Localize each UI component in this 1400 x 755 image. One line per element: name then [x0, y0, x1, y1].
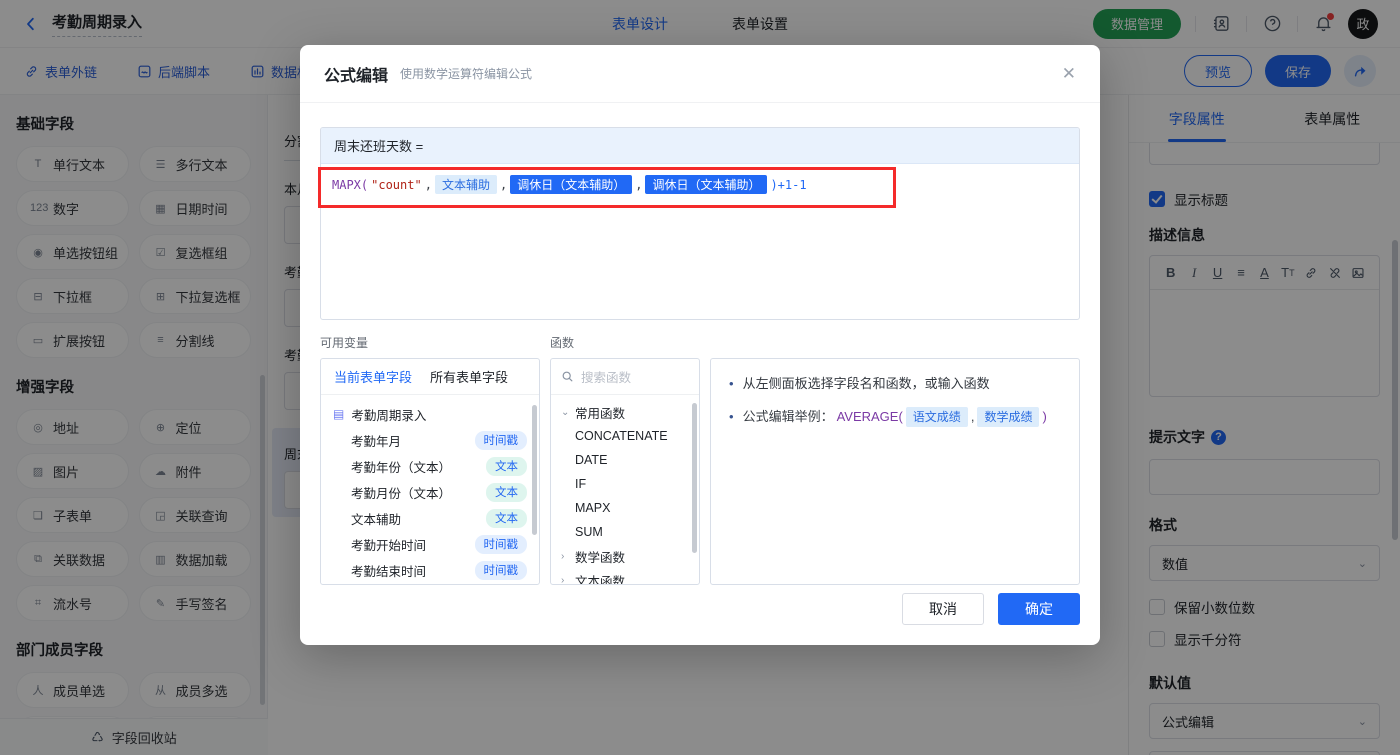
formula-token: )	[1042, 407, 1046, 427]
variable-item[interactable]: 考勤开始时间时间戳	[321, 531, 539, 557]
modal-title: 公式编辑	[324, 62, 388, 86]
variable-item[interactable]: 周末还班天数数字	[321, 583, 539, 585]
variable-name: 文本辅助	[351, 509, 486, 528]
formula-token: ,	[971, 407, 975, 427]
functions-scrollbar[interactable]	[692, 403, 697, 553]
formula-token: "count"	[371, 178, 422, 192]
variables-scrollbar[interactable]	[532, 405, 537, 535]
variable-type-badge: 时间戳	[475, 535, 528, 554]
variable-name: 考勤年月	[351, 431, 475, 450]
function-item-SUM[interactable]: SUM	[551, 520, 699, 544]
formula-token: AVERAGE(	[837, 407, 903, 427]
function-item-IF[interactable]: IF	[551, 472, 699, 496]
variable-name: 考勤结束时间	[351, 561, 475, 580]
variables-panel: 当前表单字段 所有表单字段 ▤考勤周期录入考勤年月时间戳考勤年份（文本）文本考勤…	[320, 358, 540, 585]
modal-header: 公式编辑 使用数学运算符编辑公式 ✕	[300, 45, 1100, 103]
search-placeholder: 搜索函数	[581, 367, 631, 386]
field-chip[interactable]: 文本辅助	[435, 175, 497, 194]
function-group-数学函数[interactable]: ›数学函数	[551, 544, 699, 568]
variable-item[interactable]: 考勤结束时间时间戳	[321, 557, 539, 583]
functions-list: ⌄常用函数CONCATENATEDATEIFMAPXSUM›数学函数›文本函数	[551, 395, 699, 585]
function-search[interactable]: 搜索函数	[551, 359, 699, 395]
form-doc-icon: ▤	[333, 407, 344, 421]
function-item-CONCATENATE[interactable]: CONCATENATE	[551, 424, 699, 448]
variable-name: 考勤开始时间	[351, 535, 475, 554]
modal-footer: 取消 确定	[902, 593, 1080, 625]
formula-token: )+1-1	[770, 178, 806, 192]
formula-token: ,	[425, 178, 432, 192]
cancel-button[interactable]: 取消	[902, 593, 984, 625]
variable-item[interactable]: 考勤月份（文本）文本	[321, 479, 539, 505]
formula-editor-modal: 公式编辑 使用数学运算符编辑公式 ✕ 周末还班天数 = MAPX("count"…	[300, 45, 1100, 645]
function-item-DATE[interactable]: DATE	[551, 448, 699, 472]
chevron-right-icon: ›	[561, 551, 575, 562]
variable-type-badge: 文本	[486, 509, 527, 528]
formula-token: 公式编辑举例：	[743, 407, 834, 427]
chevron-right-icon: ›	[561, 575, 575, 586]
function-item-MAPX[interactable]: MAPX	[551, 496, 699, 520]
variable-name: 考勤月份（文本）	[351, 483, 486, 502]
tip-2-example: 公式编辑举例：AVERAGE(语文成绩,数学成绩)	[743, 407, 1047, 427]
variable-item[interactable]: 考勤年份（文本）文本	[321, 453, 539, 479]
help-panel: • 从左侧面板选择字段名和函数，或输入函数 • 公式编辑举例：AVERAGE(语…	[710, 358, 1080, 585]
variable-item[interactable]: 考勤年月时间戳	[321, 427, 539, 453]
variable-item[interactable]: 文本辅助文本	[321, 505, 539, 531]
variables-list: ▤考勤周期录入考勤年月时间戳考勤年份（文本）文本考勤月份（文本）文本文本辅助文本…	[321, 395, 539, 585]
field-chip[interactable]: 调休日（文本辅助）	[645, 175, 767, 194]
variable-type-badge: 文本	[486, 483, 527, 502]
variable-name: 考勤年份（文本）	[351, 457, 486, 476]
formula-editor: 周末还班天数 = MAPX("count",文本辅助,调休日（文本辅助）,调休日…	[320, 127, 1080, 320]
confirm-button[interactable]: 确定	[998, 593, 1080, 625]
variables-tabs: 当前表单字段 所有表单字段	[321, 359, 539, 395]
formula-token: MAPX(	[332, 178, 368, 192]
modal-subtitle: 使用数学运算符编辑公式	[400, 65, 532, 82]
tab-current-form-fields[interactable]: 当前表单字段	[334, 367, 412, 386]
search-icon	[561, 370, 574, 383]
modal-body: 周末还班天数 = MAPX("count",文本辅助,调休日（文本辅助）,调休日…	[300, 103, 1100, 585]
function-group-文本函数[interactable]: ›文本函数	[551, 568, 699, 585]
function-group-name: 常用函数	[575, 403, 625, 422]
function-group-name: 文本函数	[575, 571, 625, 586]
formula-target-label: 周末还班天数 =	[321, 128, 1079, 164]
field-chip: 数学成绩	[977, 407, 1039, 427]
variable-type-badge: 时间戳	[475, 431, 528, 450]
field-chip[interactable]: 调休日（文本辅助）	[510, 175, 632, 194]
tip-1: • 从左侧面板选择字段名和函数，或输入函数	[729, 374, 1061, 394]
function-group-常用函数[interactable]: ⌄常用函数	[551, 400, 699, 424]
formula-token: ,	[500, 178, 507, 192]
tip-2: • 公式编辑举例：AVERAGE(语文成绩,数学成绩)	[729, 407, 1061, 427]
variables-root-name: 考勤周期录入	[351, 405, 527, 424]
bullet-icon: •	[729, 374, 734, 394]
tip-1-text: 从左侧面板选择字段名和函数，或输入函数	[743, 374, 990, 394]
field-chip: 语文成绩	[906, 407, 968, 427]
functions-panel: 搜索函数 ⌄常用函数CONCATENATEDATEIFMAPXSUM›数学函数›…	[550, 358, 700, 585]
variable-type-badge: 时间戳	[475, 561, 528, 580]
close-icon[interactable]: ✕	[1062, 64, 1076, 84]
function-group-name: 数学函数	[575, 547, 625, 566]
section-labels: 可用变量 函数	[320, 334, 1080, 351]
variables-section-label: 可用变量	[320, 334, 550, 351]
variable-type-badge: 文本	[486, 457, 527, 476]
functions-section-label: 函数	[550, 334, 574, 351]
formula-input-area[interactable]: MAPX("count",文本辅助,调休日（文本辅助）,调休日（文本辅助）)+1…	[321, 164, 1079, 205]
bullet-icon: •	[729, 407, 734, 427]
tab-all-form-fields[interactable]: 所有表单字段	[430, 367, 508, 386]
variables-root-item[interactable]: ▤ 考勤周期录入	[321, 401, 539, 427]
formula-token: ,	[635, 178, 642, 192]
chevron-down-icon: ⌄	[561, 407, 575, 418]
panels-row: 当前表单字段 所有表单字段 ▤考勤周期录入考勤年月时间戳考勤年份（文本）文本考勤…	[320, 358, 1080, 585]
